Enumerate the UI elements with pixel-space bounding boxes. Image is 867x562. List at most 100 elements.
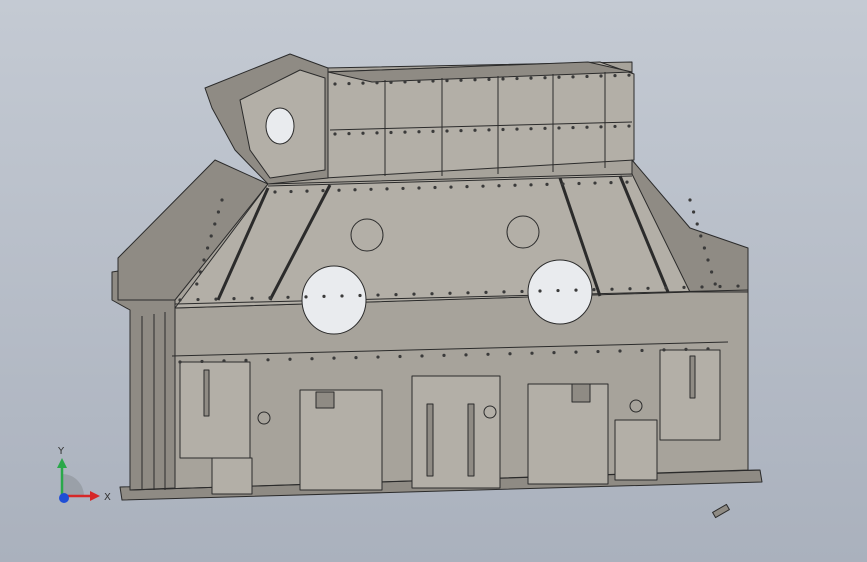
bolt-icon bbox=[529, 183, 533, 187]
bolt-icon bbox=[337, 188, 341, 192]
bolt-icon bbox=[502, 290, 506, 294]
bolt-icon bbox=[682, 285, 686, 289]
bolt-icon bbox=[206, 246, 210, 250]
bolt-icon bbox=[200, 359, 204, 364]
bolt-icon bbox=[430, 292, 434, 296]
bolt-icon bbox=[486, 352, 490, 356]
y-axis-label: Y bbox=[57, 446, 65, 457]
bolt-icon bbox=[442, 353, 446, 357]
bolt-icon bbox=[473, 78, 477, 82]
bolt-icon bbox=[552, 351, 556, 355]
bolt-icon bbox=[706, 258, 710, 262]
bolt-icon bbox=[662, 348, 666, 352]
bolt-icon bbox=[286, 295, 290, 299]
bolt-icon bbox=[394, 293, 398, 297]
bolt-icon bbox=[268, 296, 272, 300]
bolt-icon bbox=[529, 127, 533, 131]
bolt-icon bbox=[232, 297, 236, 301]
bolt-icon bbox=[195, 282, 199, 286]
bolt-icon bbox=[718, 284, 722, 289]
bolt-icon bbox=[196, 297, 200, 302]
bolt-icon bbox=[501, 127, 505, 132]
bolt-icon bbox=[178, 298, 182, 302]
bolt-icon bbox=[618, 349, 622, 353]
model-canvas[interactable]: Y X bbox=[0, 0, 867, 562]
bolt-icon bbox=[376, 355, 380, 359]
bolt-icon bbox=[431, 129, 435, 133]
bolt-icon bbox=[646, 286, 650, 290]
bolt-icon bbox=[487, 77, 491, 81]
bolt-icon bbox=[627, 124, 631, 128]
bolt-icon bbox=[610, 287, 614, 291]
bolt-icon bbox=[592, 288, 596, 292]
bolt-icon bbox=[710, 270, 714, 274]
bolt-icon bbox=[556, 288, 560, 293]
bolt-icon bbox=[250, 296, 254, 300]
bolt-icon bbox=[574, 350, 578, 354]
bolt-icon bbox=[333, 82, 337, 86]
bolt-icon bbox=[487, 128, 491, 132]
bolt-icon bbox=[481, 184, 485, 188]
bolt-icon bbox=[695, 222, 699, 226]
bolt-icon bbox=[529, 76, 533, 80]
bolt-icon bbox=[417, 186, 421, 190]
detached-pin bbox=[712, 503, 730, 519]
bolt-icon bbox=[375, 81, 379, 85]
bolt-icon bbox=[448, 291, 452, 295]
bolt-icon bbox=[385, 187, 389, 191]
bolt-icon bbox=[445, 79, 449, 83]
right-bearing-bore bbox=[527, 259, 593, 325]
y-axis-arrow-icon bbox=[57, 458, 67, 468]
left-bearing-bore bbox=[301, 265, 367, 335]
bolt-icon bbox=[700, 285, 704, 289]
bolt-icon bbox=[571, 75, 575, 79]
bolt-icon bbox=[244, 358, 248, 362]
bolt-icon bbox=[321, 189, 325, 193]
bolt-icon bbox=[706, 347, 710, 351]
bolt-icon bbox=[599, 74, 603, 78]
bolt-icon bbox=[571, 125, 575, 130]
bolt-icon bbox=[585, 74, 589, 79]
bolt-icon bbox=[333, 132, 337, 136]
bolt-icon bbox=[585, 125, 589, 129]
bolt-icon bbox=[198, 270, 202, 274]
x-axis-arrow-icon bbox=[90, 491, 100, 501]
crusher-frame-model[interactable] bbox=[111, 53, 763, 519]
bolt-icon bbox=[702, 246, 707, 250]
bolt-icon bbox=[358, 293, 362, 298]
bolt-icon bbox=[613, 124, 617, 129]
bolt-icon bbox=[433, 185, 437, 190]
bolt-icon bbox=[736, 284, 740, 288]
bolt-icon bbox=[305, 189, 309, 193]
bolt-icon bbox=[209, 234, 213, 238]
bolt-icon bbox=[417, 79, 421, 84]
bolt-icon bbox=[361, 131, 365, 135]
bolt-icon bbox=[354, 356, 358, 360]
bolt-icon bbox=[431, 79, 435, 83]
bolt-icon bbox=[596, 349, 600, 354]
bolt-icon bbox=[513, 183, 517, 187]
bolt-icon bbox=[501, 77, 505, 81]
bolt-icon bbox=[464, 353, 468, 357]
bolt-icon bbox=[520, 289, 524, 294]
bolt-icon bbox=[369, 187, 373, 191]
bolt-icon bbox=[202, 258, 206, 262]
bolt-icon bbox=[466, 291, 470, 295]
bolt-icon bbox=[403, 130, 407, 134]
bolt-icon bbox=[557, 126, 561, 130]
bolt-icon bbox=[332, 356, 336, 360]
bolt-icon bbox=[515, 127, 519, 131]
bolt-icon bbox=[310, 357, 314, 361]
bolt-icon bbox=[497, 184, 501, 188]
bolt-icon bbox=[398, 354, 402, 359]
triad-quarter-disc bbox=[62, 474, 84, 496]
bolt-icon bbox=[574, 288, 578, 292]
bolt-icon bbox=[613, 74, 617, 78]
z-axis-icon bbox=[59, 493, 69, 503]
bolt-icon bbox=[340, 294, 344, 298]
bolt-icon bbox=[449, 185, 453, 189]
orientation-triad[interactable]: Y X bbox=[57, 446, 111, 503]
bolt-icon bbox=[543, 76, 547, 80]
graphics-viewport[interactable]: Y X bbox=[0, 0, 867, 562]
bolt-icon bbox=[538, 289, 542, 293]
